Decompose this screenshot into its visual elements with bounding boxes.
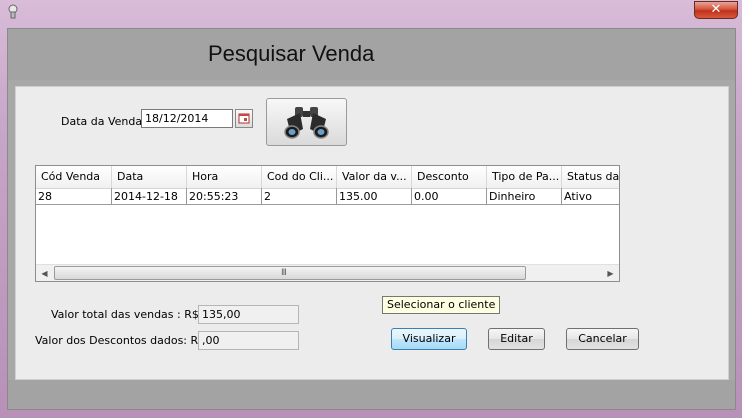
table-header: Cód Venda Data Hora Cod do Cli... Valor …	[36, 166, 619, 189]
scrollbar-thumb[interactable]: III	[54, 266, 526, 280]
search-button[interactable]	[266, 98, 347, 146]
content-panel: Data da Venda: 18/12/2014 Cód Venda Data…	[15, 86, 729, 380]
date-label: Data da Venda:	[61, 115, 146, 128]
page-title: Pesquisar Venda	[208, 41, 375, 66]
horizontal-scrollbar[interactable]: ◀ III ▶	[36, 264, 619, 281]
app-icon	[6, 4, 20, 20]
column-header[interactable]: Data	[112, 166, 187, 188]
title-bar[interactable]: ✕	[0, 0, 742, 28]
tooltip: Selecionar o cliente	[382, 296, 501, 314]
footer-band	[8, 380, 735, 409]
discount-label: Valor dos Descontos dados: R$:	[35, 334, 209, 347]
column-header[interactable]: Hora	[187, 166, 262, 188]
calendar-icon	[236, 113, 252, 130]
form-client-area: Pesquisar Venda Data da Venda: 18/12/201…	[7, 28, 736, 410]
column-header[interactable]: Cód Venda	[36, 166, 112, 188]
calendar-button[interactable]	[235, 109, 253, 128]
total-label: Valor total das vendas : R$	[51, 308, 199, 321]
column-header[interactable]: Tipo de Pa...	[487, 166, 562, 188]
table-cell: 0.00	[412, 188, 487, 205]
column-header[interactable]: Valor da v...	[337, 166, 412, 188]
table-cell: 135.00	[337, 188, 412, 205]
table-cell: 2	[262, 188, 337, 205]
binoculars-icon	[267, 107, 346, 148]
date-field[interactable]: 18/12/2014	[141, 109, 233, 128]
close-icon: ✕	[710, 2, 722, 17]
table-cell: Ativo	[562, 188, 619, 205]
table-cell: 20:55:23	[187, 188, 262, 205]
view-button[interactable]: Visualizar	[391, 328, 467, 350]
grip-icon: III	[281, 268, 287, 278]
table-cell: 28	[36, 188, 112, 205]
discount-value-field: ,00	[198, 331, 299, 350]
edit-button[interactable]: Editar	[488, 328, 545, 350]
scroll-left-icon[interactable]: ◀	[36, 265, 53, 281]
total-value-field: 135,00	[198, 305, 299, 324]
close-button[interactable]: ✕	[694, 1, 738, 19]
table-cell: Dinheiro	[487, 188, 562, 205]
table-cell: 2014-12-18	[112, 188, 187, 205]
column-header[interactable]: Cod do Cli...	[262, 166, 337, 188]
sales-table[interactable]: Cód Venda Data Hora Cod do Cli... Valor …	[35, 165, 620, 282]
header-band: Pesquisar Venda	[8, 29, 735, 80]
column-header[interactable]: Desconto	[412, 166, 487, 188]
scroll-right-icon[interactable]: ▶	[602, 265, 619, 281]
table-row[interactable]: 28 2014-12-18 20:55:23 2 135.00 0.00 Din…	[36, 188, 619, 205]
column-header[interactable]: Status da ...	[562, 166, 619, 188]
app-window: ✕ Pesquisar Venda Data da Venda: 18/12/2…	[0, 0, 742, 418]
cancel-button[interactable]: Cancelar	[566, 328, 639, 350]
